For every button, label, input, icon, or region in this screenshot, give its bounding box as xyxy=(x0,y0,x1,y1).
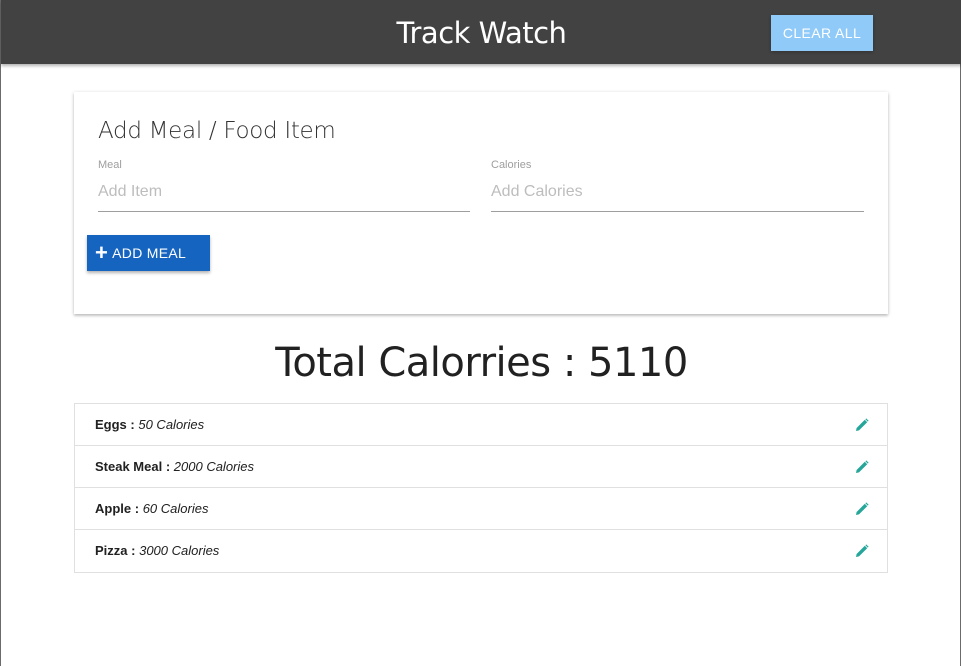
meal-item: Eggs : 50 Calories xyxy=(75,404,887,446)
pencil-icon[interactable] xyxy=(855,460,869,474)
meal-calories: 60 Calories xyxy=(142,501,209,516)
total-calories: Total Calorries : 5110 xyxy=(275,340,688,386)
clear-all-button[interactable]: CLEAR ALL xyxy=(771,15,873,51)
calories-input[interactable] xyxy=(491,172,864,212)
meal-label: Meal xyxy=(98,159,122,171)
meal-calories: 3000 Calories xyxy=(139,543,220,558)
meal-item: Steak Meal : 2000 Calories xyxy=(75,446,887,488)
meal-name: Pizza : xyxy=(95,543,136,558)
pencil-icon[interactable] xyxy=(855,502,869,516)
meal-name: Steak Meal : xyxy=(95,459,171,474)
meal-name: Eggs : xyxy=(95,417,135,432)
add-meal-card: Add Meal / Food Item Meal Calories +ADD … xyxy=(74,92,888,314)
calories-label: Calories xyxy=(491,159,532,171)
meal-list: Eggs : 50 Calories Steak Meal : 2000 Cal… xyxy=(74,403,888,573)
card-title: Add Meal / Food Item xyxy=(98,118,336,144)
meal-item: Pizza : 3000 Calories xyxy=(75,530,887,572)
add-meal-label: ADD MEAL xyxy=(112,245,187,261)
pencil-icon[interactable] xyxy=(855,544,869,558)
meal-item: Apple : 60 Calories xyxy=(75,488,887,530)
meal-input[interactable] xyxy=(98,172,470,212)
pencil-icon[interactable] xyxy=(855,418,869,432)
meal-calories: 50 Calories xyxy=(138,417,205,432)
plus-icon: + xyxy=(95,240,109,265)
add-meal-button[interactable]: + ADD MEAL xyxy=(87,235,210,271)
navbar: Track Watch CLEAR ALL xyxy=(1,0,961,64)
meal-calories: 2000 Calories xyxy=(173,459,254,474)
meal-name: Apple : xyxy=(95,501,140,516)
